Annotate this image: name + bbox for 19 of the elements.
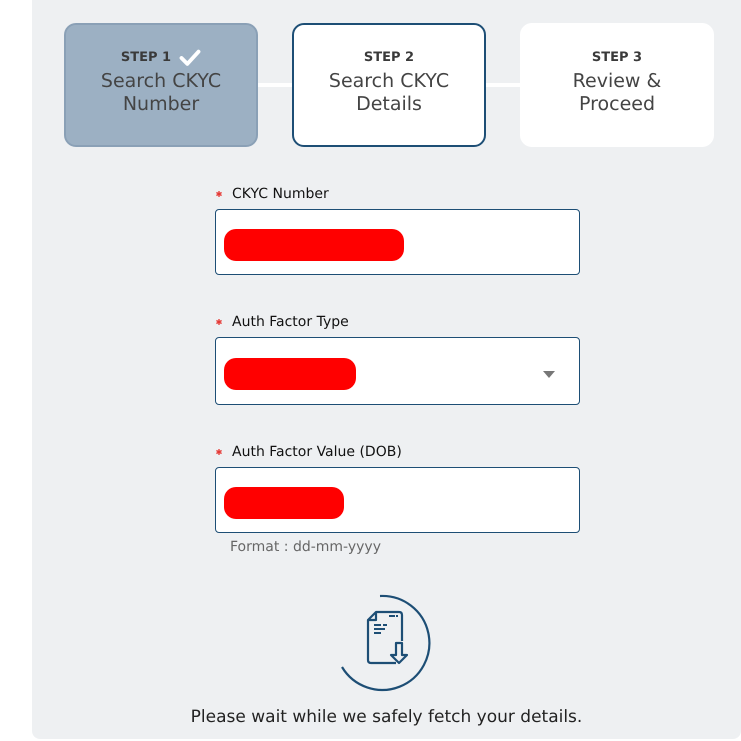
field-label: CKYC Number (232, 186, 329, 202)
input-field[interactable] (215, 209, 580, 275)
format-hint: Format : dd-mm-yyyy (230, 539, 382, 555)
step-title: Search CKYC Details (328, 70, 450, 116)
input-field[interactable] (215, 467, 580, 533)
check-icon (179, 48, 202, 66)
loading-message: Please wait while we safely fetch your details. (190, 707, 582, 727)
step-card[interactable]: STEP 3 Review & Proceed (520, 23, 714, 147)
step-title: Search CKYC Number (100, 70, 222, 116)
step-label: STEP 2 (364, 50, 414, 64)
step-card[interactable]: STEP 1 Search CKYC Number (64, 23, 258, 147)
step-title: Review & Proceed (572, 70, 662, 116)
step-label: STEP 3 (592, 50, 642, 64)
step-label: STEP 1 (120, 50, 172, 64)
caret-icon (543, 370, 555, 378)
select-field[interactable] (215, 337, 580, 405)
field-label: Auth Factor Type (232, 314, 349, 330)
field-label: Auth Factor Value (DOB) (232, 444, 402, 460)
step-card[interactable]: STEP 2 Search CKYC Details (292, 23, 486, 147)
